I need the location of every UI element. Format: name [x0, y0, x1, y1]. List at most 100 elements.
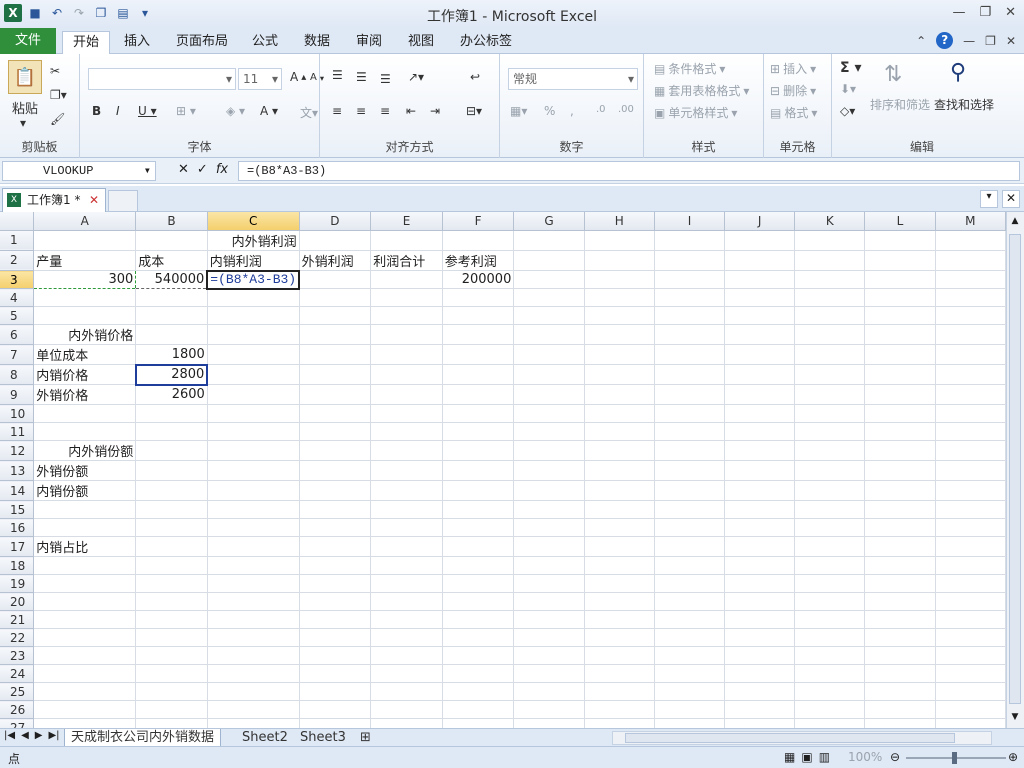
row-header[interactable]: 5 [0, 306, 35, 325]
cell-H4[interactable] [584, 288, 655, 307]
cell-E14[interactable] [370, 480, 443, 501]
cell-F10[interactable] [442, 404, 515, 423]
cell-J13[interactable] [724, 460, 796, 481]
format-as-table-button[interactable]: ▦ 套用表格格式 ▾ [654, 82, 749, 99]
tab-formulas[interactable]: 公式 [242, 31, 288, 54]
cell-F15[interactable] [442, 500, 515, 519]
cell-I22[interactable] [654, 628, 726, 647]
cell-E18[interactable] [370, 556, 443, 575]
cell-E1[interactable] [370, 230, 443, 251]
cell-L8[interactable] [864, 364, 936, 385]
cell-H14[interactable] [584, 480, 655, 501]
column-header[interactable]: M [935, 212, 1006, 231]
comma-icon[interactable]: , [570, 104, 574, 118]
cell-I14[interactable] [654, 480, 726, 501]
cell-E15[interactable] [370, 500, 443, 519]
cell-J6[interactable] [724, 324, 796, 345]
cell-C25[interactable] [207, 682, 300, 701]
cell-K25[interactable] [794, 682, 866, 701]
cell-J2[interactable] [724, 250, 796, 271]
zoom-out-icon[interactable]: ⊖ [890, 750, 900, 764]
select-all-corner[interactable] [0, 212, 35, 231]
cell-L6[interactable] [864, 324, 936, 345]
cell-I12[interactable] [654, 440, 726, 461]
row-header[interactable]: 17 [0, 536, 35, 557]
cell-A26[interactable] [33, 700, 137, 719]
cell-E23[interactable] [370, 646, 443, 665]
cell-E24[interactable] [370, 664, 443, 683]
wrap-text-icon[interactable]: ↩ [470, 70, 480, 84]
column-header[interactable]: K [794, 212, 866, 231]
cell-I5[interactable] [654, 306, 726, 325]
cell-G13[interactable] [513, 460, 585, 481]
cell-E17[interactable] [370, 536, 443, 557]
cell-F27[interactable] [442, 718, 515, 728]
cell-K22[interactable] [794, 628, 866, 647]
cell-C9[interactable] [207, 384, 300, 405]
cell-C18[interactable] [207, 556, 300, 575]
cell-M27[interactable] [935, 718, 1006, 728]
cell-L5[interactable] [864, 306, 936, 325]
cell-M24[interactable] [935, 664, 1006, 683]
cell-G24[interactable] [513, 664, 585, 683]
cell-B10[interactable] [135, 404, 208, 423]
last-sheet-icon[interactable]: ▶| [48, 730, 59, 741]
cell-C20[interactable] [207, 592, 300, 611]
cell-I18[interactable] [654, 556, 726, 575]
italic-icon[interactable]: I [116, 104, 120, 118]
cell-C14[interactable] [207, 480, 300, 501]
cell-B3[interactable]: 540000 [135, 270, 208, 289]
cell-D21[interactable] [299, 610, 372, 629]
cell-D6[interactable] [299, 324, 372, 345]
cell-K10[interactable] [794, 404, 866, 423]
cell-H25[interactable] [584, 682, 655, 701]
cell-M17[interactable] [935, 536, 1006, 557]
cell-K3[interactable] [794, 270, 866, 289]
row-header[interactable]: 8 [0, 364, 35, 385]
cell-G4[interactable] [513, 288, 585, 307]
cell-J17[interactable] [724, 536, 796, 557]
cell-B2[interactable]: 成本 [135, 250, 208, 271]
cell-F19[interactable] [442, 574, 515, 593]
cell-D3[interactable] [299, 270, 372, 289]
cell-J25[interactable] [724, 682, 796, 701]
cell-H12[interactable] [584, 440, 655, 461]
cell-M6[interactable] [935, 324, 1006, 345]
cell-M11[interactable] [935, 422, 1006, 441]
cell-E25[interactable] [370, 682, 443, 701]
cut-icon[interactable]: ✂ [50, 64, 60, 78]
cell-L7[interactable] [864, 344, 936, 365]
column-header[interactable]: J [724, 212, 796, 231]
grow-font-icon[interactable]: A ▴ [290, 70, 306, 84]
cell-D25[interactable] [299, 682, 372, 701]
page-break-view-icon[interactable]: ▥ [819, 750, 830, 764]
cell-H20[interactable] [584, 592, 655, 611]
cell-G23[interactable] [513, 646, 585, 665]
cell-M14[interactable] [935, 480, 1006, 501]
cell-J14[interactable] [724, 480, 796, 501]
cell-G27[interactable] [513, 718, 585, 728]
cell-K9[interactable] [794, 384, 866, 405]
row-header[interactable]: 15 [0, 500, 35, 519]
cell-D18[interactable] [299, 556, 372, 575]
cell-F24[interactable] [442, 664, 515, 683]
column-header[interactable]: H [584, 212, 655, 231]
cell-M10[interactable] [935, 404, 1006, 423]
cell-H21[interactable] [584, 610, 655, 629]
cell-B14[interactable] [135, 480, 208, 501]
cell-J27[interactable] [724, 718, 796, 728]
cell-K23[interactable] [794, 646, 866, 665]
column-header[interactable]: A [33, 212, 137, 231]
cell-D7[interactable] [299, 344, 372, 365]
row-header[interactable]: 9 [0, 384, 35, 405]
cell-L16[interactable] [864, 518, 936, 537]
cell-G12[interactable] [513, 440, 585, 461]
autosum-icon[interactable]: Σ ▾ [840, 60, 861, 76]
cell-D2[interactable]: 外销利润 [299, 250, 372, 271]
vertical-scrollbar[interactable]: ▲ ▼ [1006, 212, 1024, 728]
cell-C19[interactable] [207, 574, 300, 593]
normal-view-icon[interactable]: ▦ [784, 750, 795, 764]
cell-J21[interactable] [724, 610, 796, 629]
cell-I9[interactable] [654, 384, 726, 405]
cell-J8[interactable] [724, 364, 796, 385]
